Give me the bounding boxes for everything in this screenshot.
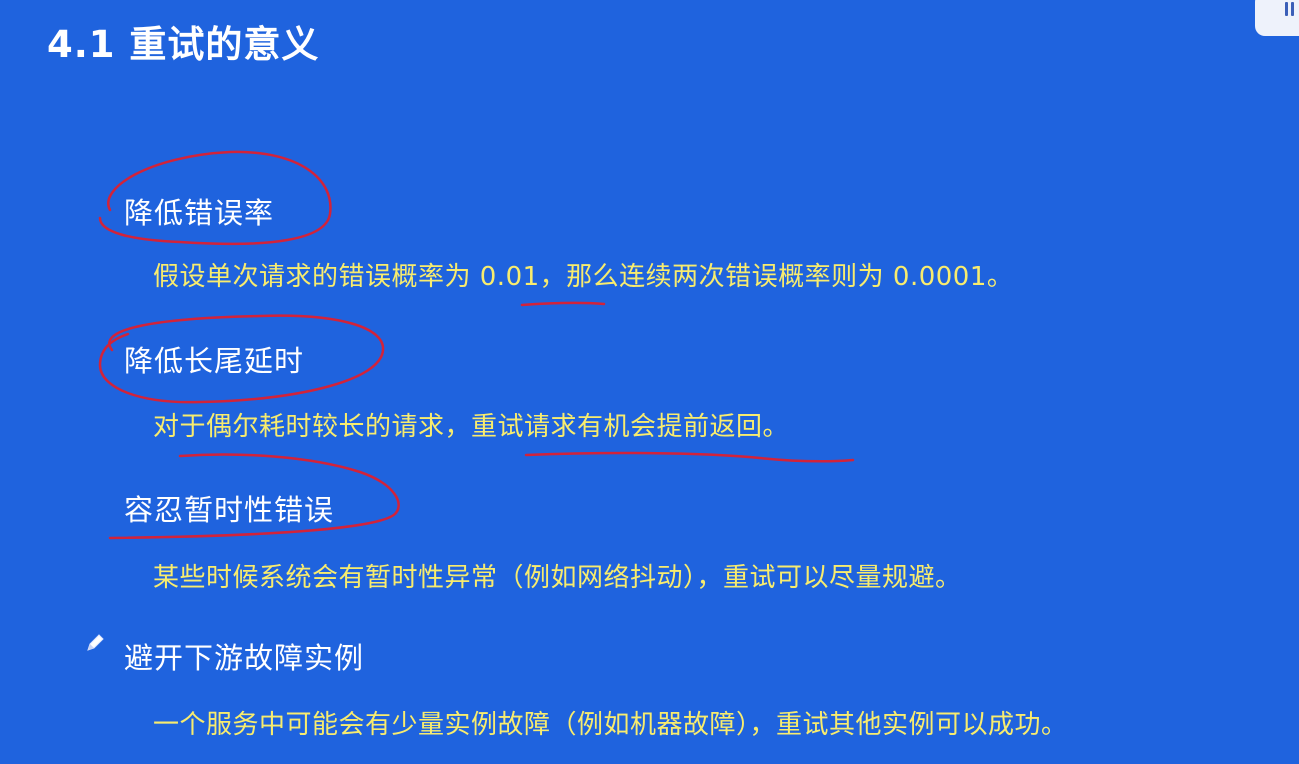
section-detail-transient-errors: 某些时候系统会有暂时性异常（例如网络抖动），重试可以尽量规避。 (153, 563, 962, 593)
section-detail-tail-latency: 对于偶尔耗时较长的请求，重试请求有机会提前返回。 (153, 412, 790, 442)
section-heading-transient-errors: 容忍暂时性错误 (124, 493, 335, 527)
slide-title: 4.1 重试的意义 (47, 23, 320, 66)
section-heading-avoid-faulty-instances: 避开下游故障实例 (124, 641, 365, 675)
section-detail-error-rate: 假设单次请求的错误概率为 0.01，那么连续两次错误概率则为 0.0001。 (153, 262, 1014, 292)
toolbar-icon (1285, 2, 1297, 18)
section-detail-avoid-faulty-instances: 一个服务中可能会有少量实例故障（例如机器故障），重试其他实例可以成功。 (153, 710, 1068, 740)
section-heading-error-rate: 降低错误率 (124, 196, 275, 230)
underline-annotation-probability (520, 301, 606, 307)
section-heading-tail-latency: 降低长尾延时 (124, 344, 305, 378)
underline-annotation-early-return (524, 451, 855, 463)
slide: 4.1 重试的意义 降低错误率 假设单次请求的错误概率为 0.01，那么连续两次… (0, 0, 1299, 764)
pencil-icon[interactable] (84, 632, 106, 654)
